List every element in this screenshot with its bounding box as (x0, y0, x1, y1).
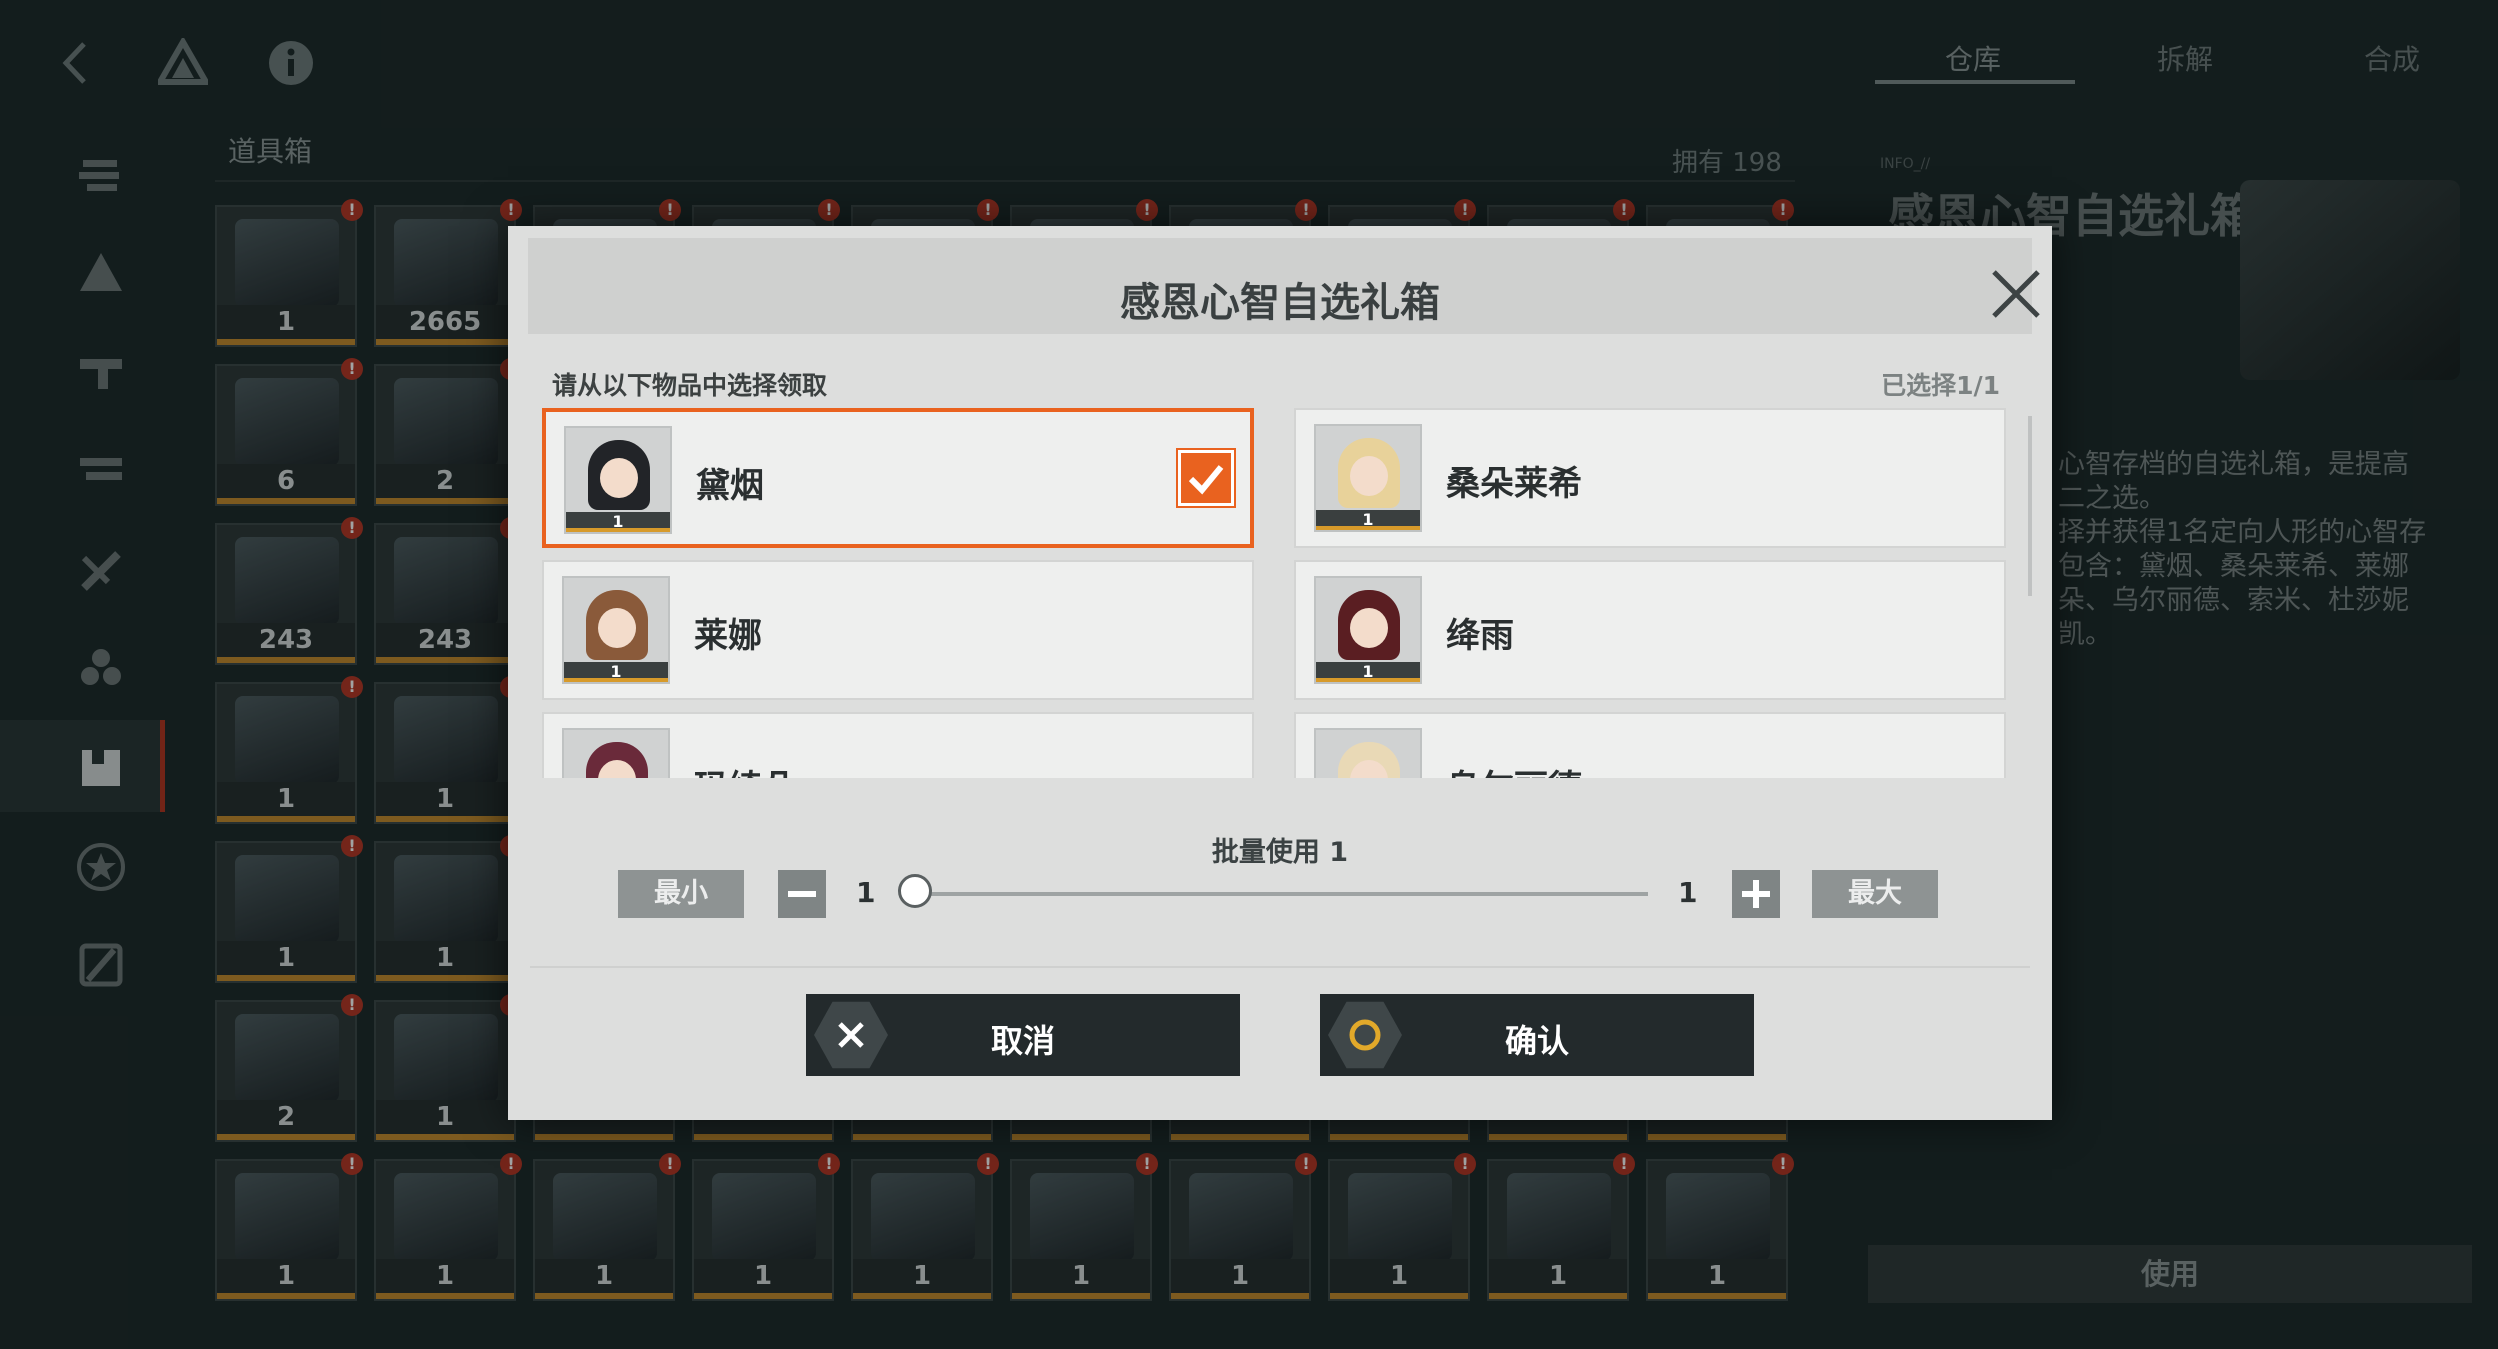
decrease-button[interactable] (778, 870, 826, 918)
close-icon (1992, 270, 2040, 318)
select-prompt: 请从以下物品中选择领取 (552, 371, 828, 400)
current-value: 1 (856, 876, 876, 909)
rarity-bar (564, 678, 668, 682)
character-portrait: 1 (1314, 576, 1422, 684)
character-portrait: 1 (1314, 728, 1422, 778)
option-card[interactable]: 1 乌尔丽德 (1294, 712, 2006, 778)
character-name: 莱娜 (694, 616, 762, 656)
max-button[interactable]: 最大 (1812, 870, 1938, 918)
dialog-header: 感恩心智自选礼箱 (528, 238, 2040, 334)
option-card[interactable]: 1 绛雨 (1294, 560, 2006, 700)
close-button[interactable] (1988, 266, 2044, 322)
plus-icon (1742, 880, 1770, 908)
character-name: 乌尔丽德 (1446, 760, 1582, 778)
rarity-bar (1316, 526, 1420, 530)
quantity-slider-thumb[interactable] (898, 874, 932, 908)
portrait-face (1350, 608, 1388, 648)
portrait-face (600, 458, 638, 498)
character-portrait: 1 (562, 576, 670, 684)
min-button[interactable]: 最小 (618, 870, 744, 918)
character-portrait: 1 (562, 728, 670, 778)
increase-button[interactable] (1732, 870, 1780, 918)
character-name: 黛烟 (696, 466, 764, 506)
rarity-bar (1316, 678, 1420, 682)
dialog-title: 感恩心智自选礼箱 (1120, 280, 1440, 326)
option-card[interactable]: 1 黛烟 (542, 408, 1254, 548)
portrait-face (598, 608, 636, 648)
quantity-slider-track[interactable] (916, 892, 1648, 896)
rarity-bar (566, 528, 670, 532)
batch-use-label: 批量使用 1 (1211, 837, 1349, 868)
cancel-button[interactable]: 取消 (806, 994, 1240, 1076)
confirm-label: 确认 (1504, 1022, 1569, 1060)
character-name: 绛雨 (1446, 616, 1514, 656)
selected-count: 已选择1/1 (1881, 371, 2000, 400)
portrait-face (1350, 456, 1388, 496)
list-scrollbar[interactable] (2028, 416, 2032, 596)
character-portrait: 1 (1314, 424, 1422, 532)
minus-icon (788, 891, 816, 897)
check-icon (1188, 465, 1224, 495)
dialog-separator (530, 966, 2030, 968)
max-value: 1 (1678, 876, 1698, 909)
option-list[interactable]: 1 黛烟 1 桑朵莱希 1 莱娜 1 绛雨 1 玛绮朵 1 乌尔丽德 (542, 408, 2012, 778)
character-portrait: 1 (564, 426, 672, 534)
confirm-button[interactable]: 确认 (1320, 994, 1754, 1076)
cancel-label: 取消 (990, 1022, 1055, 1060)
select-gift-dialog: 感恩心智自选礼箱 请从以下物品中选择领取 已选择1/1 1 黛烟 1 桑朵莱希 1 莱娜 1… (508, 226, 2052, 1120)
character-name: 桑朵莱希 (1446, 464, 1582, 504)
option-card[interactable]: 1 桑朵莱希 (1294, 408, 2006, 548)
checkbox-checked[interactable] (1178, 450, 1234, 506)
option-card[interactable]: 1 莱娜 (542, 560, 1254, 700)
option-card[interactable]: 1 玛绮朵 (542, 712, 1254, 778)
character-name: 玛绮朵 (694, 760, 796, 778)
